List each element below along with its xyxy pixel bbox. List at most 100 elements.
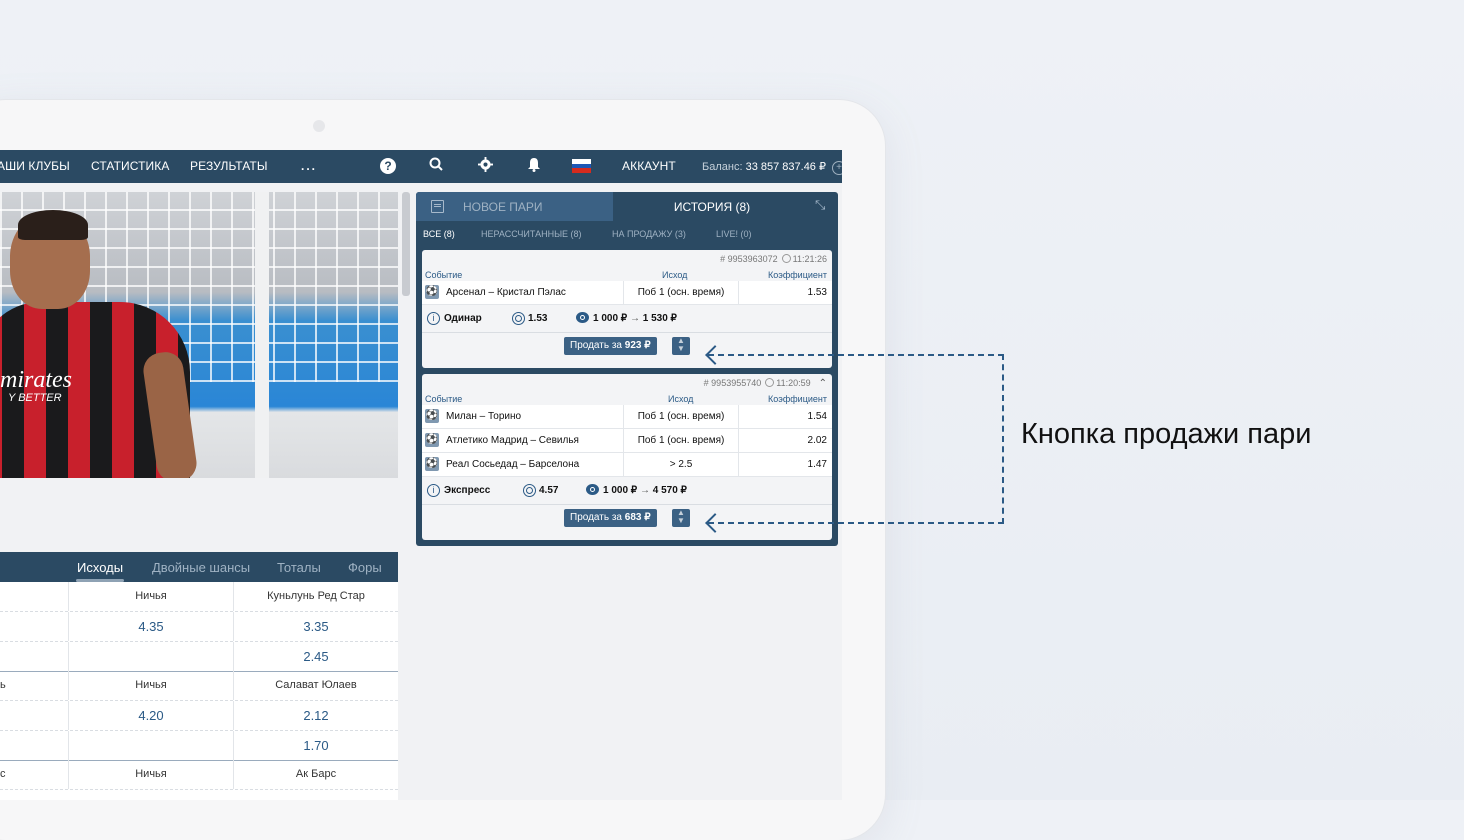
row-team-left [0, 582, 69, 611]
camera-dot [313, 120, 325, 132]
bet-event-row: ⚽ Милан – Торино Поб 1 (осн. время) 1.54 [422, 405, 832, 429]
sell-bet-button[interactable]: Продать за 923 ₽ [564, 337, 657, 355]
bet-header: # 9953955740 11:20:59 ⌃ [422, 374, 832, 393]
money-icon [576, 312, 589, 323]
scrollbar[interactable] [402, 192, 410, 296]
tab-double-chance[interactable]: Двойные шансы [152, 560, 250, 575]
info-icon[interactable]: i [427, 312, 440, 325]
col-draw-label: Ничья [69, 760, 234, 789]
odds-cell[interactable]: 2.45 [234, 642, 398, 671]
coef-icon [512, 312, 525, 325]
tab-history[interactable]: ИСТОРИЯ (8) [613, 200, 811, 214]
bet-time: 11:21:26 [792, 254, 827, 264]
event-outcome: Поб 1 (осн. время) [623, 429, 739, 452]
filter-for-sale[interactable]: НА ПРОДАЖУ (3) [612, 229, 686, 239]
tab-totals[interactable]: Тоталы [277, 560, 321, 575]
odds-cell[interactable]: 4.20 [69, 701, 234, 730]
filter-live[interactable]: LIVE! (0) [716, 229, 752, 239]
total-coef: 4.57 [539, 485, 559, 496]
table-row: 4.20 2.12 [0, 701, 398, 731]
stake-payout: 1 000 ₽ → 1 530 ₽ [593, 313, 677, 324]
chevron-up-icon[interactable]: ⌃ [819, 374, 827, 393]
payout: 1 530 ₽ [642, 313, 677, 324]
col-team-label: Ак Барс [295, 768, 337, 780]
odds-cell[interactable]: 4.35 [69, 612, 234, 641]
gear-icon[interactable] [476, 157, 494, 175]
nav-more[interactable]: ... [301, 159, 317, 173]
payout: 4 570 ₽ [652, 485, 687, 496]
info-icon[interactable]: i [427, 484, 440, 497]
odds-cell[interactable]: 3.35 [234, 612, 398, 641]
sell-row: Продать за 683 ₽ ▲ ▼ [422, 504, 832, 532]
football-icon: ⚽ [425, 409, 439, 423]
filter-unsettled[interactable]: НЕРАССЧИТАННЫЕ (8) [481, 229, 582, 239]
sell-bet-button[interactable]: Продать за 683 ₽ [564, 509, 657, 527]
odds-cell[interactable] [69, 642, 234, 671]
bet-columns: Событие Исход Коэффициент [422, 269, 832, 281]
bell-icon[interactable] [525, 157, 543, 175]
nav-account[interactable]: АККАУНТ [622, 159, 676, 173]
col-draw-label: Ничья [69, 671, 234, 700]
bet-event-row: ⚽ Арсенал – Кристал Пэлас Поб 1 (осн. вр… [422, 281, 832, 305]
tab-handicaps[interactable]: Форы [348, 560, 382, 575]
sell-label: Продать за [570, 340, 622, 351]
stake-payout: 1 000 ₽ → 4 570 ₽ [603, 485, 687, 496]
bet-slip-panel: НОВОЕ ПАРИ ИСТОРИЯ (8) ⤡ ВСЕ (8) НЕРАССЧ… [416, 192, 838, 546]
tab-outcomes[interactable]: Исходы [75, 560, 125, 582]
coupon-icon [431, 200, 444, 213]
odds-cell[interactable] [69, 731, 234, 760]
event-name[interactable]: Милан – Торино [446, 411, 521, 422]
sell-amount-stepper[interactable]: ▲ ▼ [672, 337, 690, 355]
search-icon[interactable] [427, 157, 445, 175]
clock-icon [765, 378, 775, 387]
top-navbar: АШИ КЛУБЫ СТАТИСТИКА РЕЗУЛЬТАТЫ ... ? АК… [0, 150, 842, 183]
event-outcome: Поб 1 (осн. время) [623, 281, 739, 304]
filter-all[interactable]: ВСЕ (8) [423, 229, 455, 239]
sell-label: Продать за [570, 512, 622, 523]
odds-cell[interactable] [0, 642, 69, 671]
bet-columns: Событие Исход Коэффициент [422, 393, 832, 405]
event-outcome: Поб 1 (осн. время) [623, 405, 739, 428]
odds-cell[interactable] [0, 731, 69, 760]
money-icon [586, 484, 599, 495]
odds-cell[interactable]: 1.70 [234, 731, 398, 760]
nav-item-results[interactable]: РЕЗУЛЬТАТЫ [190, 159, 268, 173]
event-name[interactable]: Реал Сосьедад – Барселона [446, 459, 579, 470]
bet-type: Экспресс [444, 485, 491, 496]
col-coef: Коэффициент [768, 394, 827, 404]
coef-icon [523, 484, 536, 497]
odds-cell[interactable]: 2.12 [234, 701, 398, 730]
match-photo: mirates Y BETTER [0, 192, 398, 478]
shirt-sponsor: mirates [0, 367, 72, 393]
help-icon[interactable]: ? [380, 158, 396, 174]
nav-item-clubs[interactable]: АШИ КЛУБЫ [0, 159, 70, 173]
bet-type: Одинар [444, 313, 482, 324]
tab-new-bet[interactable]: НОВОЕ ПАРИ [416, 192, 613, 221]
sell-amount: 683 ₽ [624, 512, 651, 523]
table-row: 1.70 [0, 731, 398, 761]
row-team-left: с [0, 760, 69, 789]
event-name[interactable]: Атлетико Мадрид – Севилья [446, 435, 579, 446]
collapse-icon[interactable]: ⤡ [815, 197, 825, 213]
event-name[interactable]: Арсенал – Кристал Пэлас [446, 287, 566, 298]
col-outcome: Исход [662, 270, 688, 280]
sell-amount-stepper[interactable]: ▲ ▼ [672, 509, 690, 527]
annotation-label: Кнопка продажи пари [1021, 418, 1312, 450]
nav-item-statistics[interactable]: СТАТИСТИКА [91, 159, 169, 173]
col-team-label: Салават Юлаев [275, 679, 357, 691]
event-coef: 1.47 [807, 459, 827, 470]
goal-post [255, 192, 269, 478]
annotation-bracket [1002, 354, 1004, 524]
odds-cell[interactable] [0, 701, 69, 730]
col-team-label: Куньлунь Ред Стар [267, 590, 365, 602]
col-outcome: Исход [668, 394, 694, 404]
player-hair [18, 210, 88, 240]
add-funds-icon[interactable]: + [832, 161, 842, 175]
table-row: Ничья Куньлунь Ред Стар [0, 582, 398, 612]
sell-amount: 923 ₽ [624, 340, 651, 351]
odds-cell[interactable] [0, 612, 69, 641]
annotation-line-top [708, 354, 1004, 356]
ru-flag-icon[interactable] [572, 159, 591, 173]
balance: Баланс: 33 857 837.46 ₽ + [702, 160, 842, 175]
balance-value: 33 857 837.46 ₽ [745, 161, 826, 173]
